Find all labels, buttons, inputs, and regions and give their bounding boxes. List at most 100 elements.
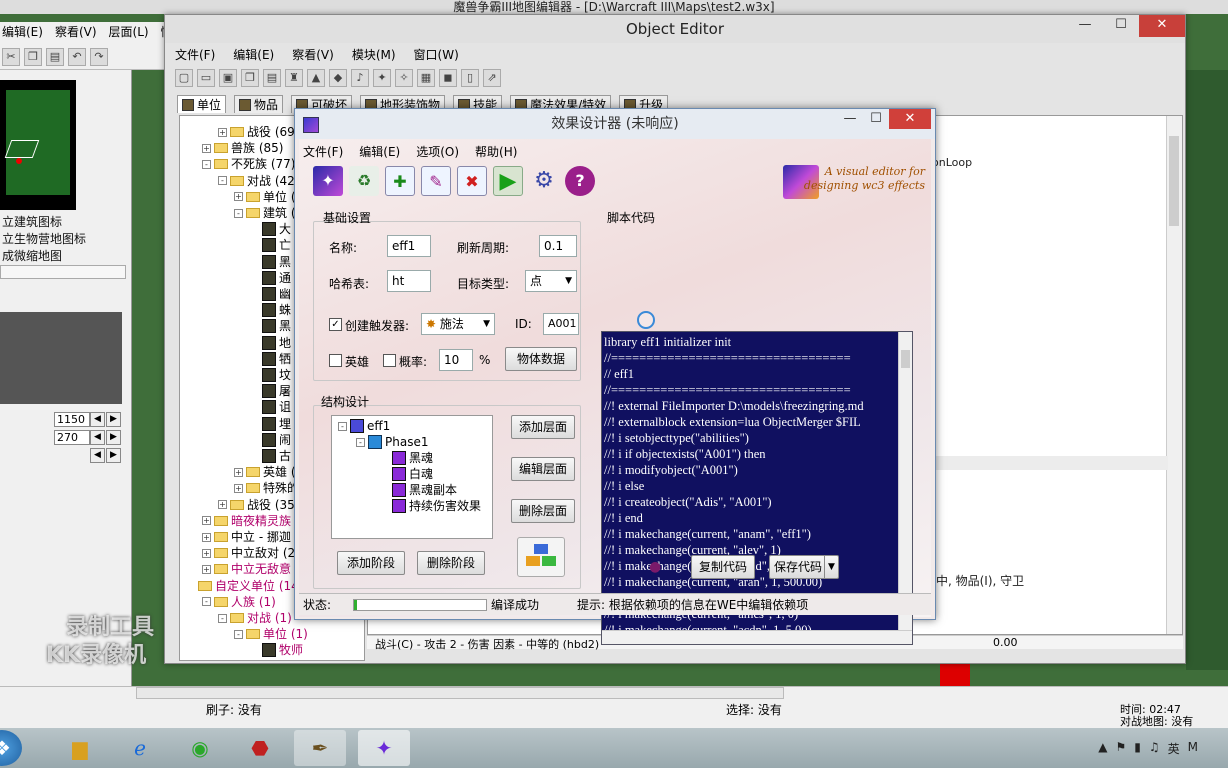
- save-code-button[interactable]: 保存代码 ▼: [769, 555, 839, 579]
- tree-row[interactable]: - 对战 (1): [218, 610, 292, 626]
- page-icon[interactable]: ▯: [461, 69, 479, 87]
- delete-layer-button[interactable]: 删除层面: [511, 499, 575, 523]
- tree-row[interactable]: 大: [250, 221, 291, 237]
- tree-row[interactable]: - 不死族 (77): [202, 156, 295, 172]
- run-icon[interactable]: ▶: [493, 166, 523, 196]
- collapse-icon[interactable]: -: [202, 597, 211, 607]
- minimize-icon[interactable]: —: [1067, 15, 1103, 37]
- expand-icon[interactable]: +: [202, 564, 211, 574]
- sound-icon[interactable]: ♪: [351, 69, 369, 87]
- destructible-icon[interactable]: ◆: [329, 69, 347, 87]
- maximize-icon[interactable]: ☐: [863, 109, 889, 129]
- tree-row[interactable]: + 中立无敌意 (: [202, 561, 300, 577]
- spin-left-icon[interactable]: ◀: [90, 430, 105, 445]
- expand-icon[interactable]: +: [234, 192, 243, 202]
- oe-menu-module[interactable]: 模块(M): [352, 45, 396, 65]
- tree-row[interactable]: + 特殊的: [234, 480, 299, 496]
- delete-phase-button[interactable]: 删除阶段: [417, 551, 485, 575]
- tree-row[interactable]: 诅: [250, 399, 291, 415]
- collapse-icon[interactable]: -: [218, 176, 227, 186]
- add-phase-button[interactable]: 添加阶段: [337, 551, 405, 575]
- tree-row[interactable]: 埋: [250, 416, 291, 432]
- tree-row[interactable]: 牧师: [250, 642, 303, 658]
- tree-row[interactable]: 坟: [250, 367, 291, 383]
- expand-icon[interactable]: +: [234, 483, 243, 493]
- collapse-icon[interactable]: -: [234, 208, 243, 218]
- tree-row[interactable]: + 暗夜精灵族: [202, 513, 291, 529]
- scissors-icon[interactable]: ✂: [2, 48, 20, 66]
- collapse-icon[interactable]: -: [234, 629, 243, 639]
- oe-menu-file[interactable]: 文件(F): [175, 45, 215, 65]
- copy-icon[interactable]: ❐: [241, 69, 259, 87]
- minimap[interactable]: [0, 80, 76, 210]
- code-hscroll[interactable]: [602, 630, 912, 644]
- tree-row[interactable]: + 英雄 (: [234, 464, 296, 480]
- collapse-icon[interactable]: -: [202, 159, 211, 169]
- id-field[interactable]: A001: [543, 313, 579, 335]
- copy-icon[interactable]: ❐: [24, 48, 42, 66]
- tree-row[interactable]: 幽: [250, 286, 291, 302]
- menu-layer[interactable]: 层面(L): [109, 22, 149, 42]
- tree-row[interactable]: 通: [250, 270, 291, 286]
- oe-menu-edit[interactable]: 编辑(E): [233, 45, 274, 65]
- spin-right-icon[interactable]: ▶: [106, 448, 121, 463]
- close-icon[interactable]: ✕: [1139, 15, 1185, 37]
- add-layer-button[interactable]: 添加层面: [511, 415, 575, 439]
- name-field[interactable]: eff1: [387, 235, 431, 257]
- tree-row[interactable]: - 人族 (1): [202, 594, 276, 610]
- copy-code-button[interactable]: 复制代码: [691, 555, 755, 579]
- num-field-1[interactable]: 1150: [54, 412, 90, 427]
- logo-icon[interactable]: ✦: [313, 166, 343, 196]
- fx-menu-edit[interactable]: 编辑(E): [359, 143, 400, 161]
- tree-row[interactable]: 古: [250, 448, 291, 464]
- menu-view[interactable]: 察看(V): [55, 22, 97, 42]
- close-icon[interactable]: ✕: [889, 109, 931, 129]
- fx-menu-help[interactable]: 帮助(H): [475, 143, 517, 161]
- maximize-icon[interactable]: ☐: [1103, 15, 1139, 37]
- detail-vscroll[interactable]: [1166, 116, 1182, 634]
- tree-row[interactable]: + 战役 (35): [218, 497, 299, 513]
- spin-right-icon[interactable]: ▶: [106, 412, 121, 427]
- blocks-icon[interactable]: [517, 537, 565, 577]
- tree-row[interactable]: + 兽族 (85): [202, 140, 283, 156]
- tree-row[interactable]: 亡: [250, 237, 291, 253]
- export-icon[interactable]: ⇗: [483, 69, 501, 87]
- tree-row[interactable]: 牺: [250, 351, 291, 367]
- menu-edit[interactable]: 编辑(E): [2, 22, 43, 42]
- create-trigger-checkbox[interactable]: ✓: [329, 318, 342, 331]
- left-panel-line-1[interactable]: 立建筑图标: [2, 214, 62, 230]
- object-data-button[interactable]: 物体数据: [505, 347, 577, 371]
- oe-menu-window[interactable]: 窗口(W): [414, 45, 459, 65]
- tree-node-phase[interactable]: - Phase1: [356, 434, 428, 450]
- expand-icon[interactable]: +: [202, 532, 211, 542]
- scroll-thumb[interactable]: [901, 350, 910, 368]
- status-hscroll[interactable]: [136, 687, 784, 699]
- hero-checkbox[interactable]: [329, 354, 342, 367]
- redo-icon[interactable]: ↷: [90, 48, 108, 66]
- upgrade-icon[interactable]: ▦: [417, 69, 435, 87]
- item-icon[interactable]: ▲: [307, 69, 325, 87]
- expand-icon[interactable]: +: [202, 516, 211, 526]
- left-panel-line-3[interactable]: 成微缩地图: [2, 248, 62, 264]
- help-icon[interactable]: ?: [565, 166, 595, 196]
- tree-row[interactable]: + 中立 - 挪迦: [202, 529, 291, 545]
- expand-icon[interactable]: +: [202, 548, 211, 558]
- tree-node-layer[interactable]: 持续伤害效果: [392, 498, 481, 514]
- expand-icon[interactable]: +: [234, 467, 243, 477]
- fx-menu-file[interactable]: 文件(F): [303, 143, 343, 161]
- tree-row[interactable]: + 单位 (: [234, 189, 296, 205]
- chance-field[interactable]: 10: [439, 349, 473, 371]
- hash-field[interactable]: ht: [387, 270, 431, 292]
- tree-node-layer[interactable]: 白魂: [392, 466, 433, 482]
- tree-row[interactable]: 屠: [250, 383, 291, 399]
- effect-designer-task-icon[interactable]: ✦: [358, 730, 410, 766]
- edit-file-icon[interactable]: ✎: [421, 166, 451, 196]
- undo-icon[interactable]: ↶: [68, 48, 86, 66]
- chance-checkbox[interactable]: [383, 354, 396, 367]
- start-icon[interactable]: ❖: [0, 730, 22, 766]
- tree-row[interactable]: - 建筑 (: [234, 205, 296, 221]
- tree-row[interactable]: 自定义单位 (14): [186, 578, 303, 594]
- tray-m[interactable]: M: [1188, 740, 1198, 757]
- tree-row[interactable]: - 单位 (1): [234, 626, 308, 642]
- tree-row[interactable]: 黑: [250, 318, 291, 334]
